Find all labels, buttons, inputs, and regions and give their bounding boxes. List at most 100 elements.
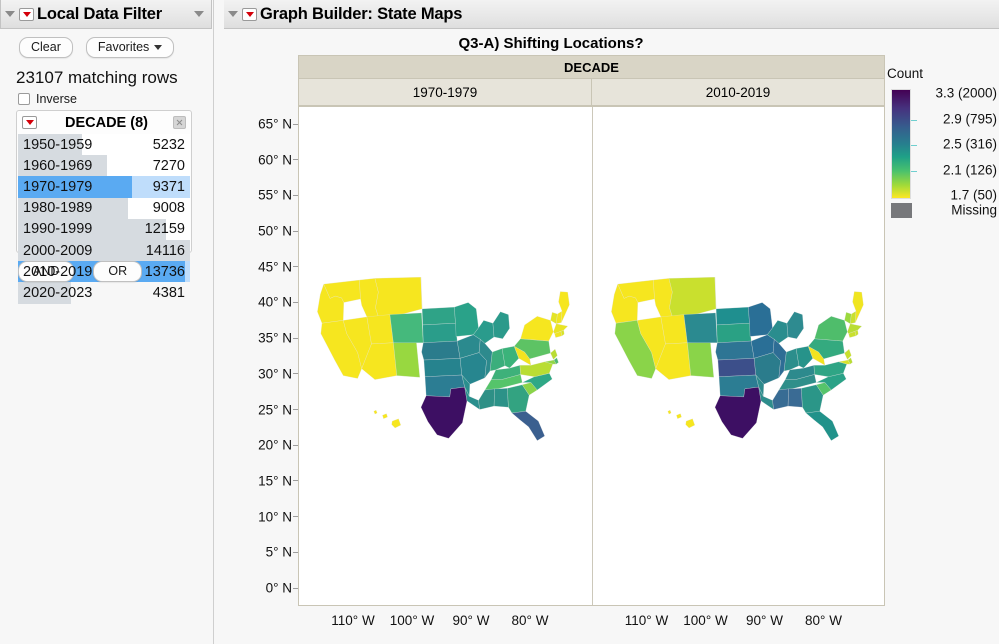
state-mi[interactable] xyxy=(492,311,510,339)
decade-row-label: 1950-1959 xyxy=(23,136,93,153)
decade-row-label: 1980-1989 xyxy=(23,200,93,217)
graph-builder-panel: Q3-A) Shifting Locations? DECADE 1970-19… xyxy=(215,29,999,644)
decade-row-count: 14116 xyxy=(145,242,185,259)
red-triangle-menu-icon[interactable] xyxy=(19,7,34,21)
decade-row[interactable]: 1990-1999 12159 xyxy=(18,218,190,240)
local-data-filter-panel: Clear Favorites 23107 matching rows Inve… xyxy=(0,29,212,644)
state-ut[interactable] xyxy=(660,314,688,345)
clear-button[interactable]: Clear xyxy=(19,37,73,58)
decade-row[interactable]: 1980-1989 9008 xyxy=(18,197,190,219)
state-ms[interactable] xyxy=(478,388,495,410)
close-icon[interactable] xyxy=(173,116,186,129)
y-axis-tick: 10° N xyxy=(258,509,298,524)
red-triangle-menu-icon[interactable] xyxy=(242,7,257,21)
state-hi[interactable] xyxy=(667,410,695,429)
state-ny[interactable] xyxy=(520,316,554,342)
state-mn[interactable] xyxy=(748,302,773,337)
x-axis-tick: 80° W xyxy=(805,613,842,628)
state-ks[interactable] xyxy=(423,358,462,377)
choropleth-map-2010-2019[interactable] xyxy=(601,277,877,448)
state-co[interactable] xyxy=(389,312,424,343)
x-axis-tick: 80° W xyxy=(511,613,549,628)
chevron-down-icon xyxy=(154,44,163,50)
graph-builder-titlebar[interactable]: Graph Builder: State Maps xyxy=(224,0,999,29)
favorites-button[interactable]: Favorites xyxy=(85,37,175,58)
x-axis-tick: 100° W xyxy=(389,613,435,628)
legend-tick-mark xyxy=(911,119,917,121)
state-al[interactable] xyxy=(493,388,509,408)
y-axis-tick: 40° N xyxy=(258,295,298,310)
choropleth-map-1970-1979[interactable] xyxy=(307,277,583,448)
red-triangle-menu-icon[interactable] xyxy=(22,116,37,129)
local-data-filter-titlebar[interactable]: Local Data Filter xyxy=(0,0,212,29)
decade-value-list[interactable]: 1950-1959 5232 1960-1969 7270 1970-1979 9371 1… xyxy=(18,134,190,304)
inverse-checkbox-row[interactable]: Inverse xyxy=(18,92,77,106)
decade-row[interactable]: 1960-1969 7270 xyxy=(18,155,190,177)
or-button[interactable]: OR xyxy=(93,261,143,282)
state-ne[interactable] xyxy=(715,340,755,361)
y-axis-tick: 55° N xyxy=(258,188,298,203)
y-axis-tick: 50° N xyxy=(258,224,298,239)
filter-button-row: Clear Favorites xyxy=(19,37,175,58)
decade-row[interactable]: 1950-1959 5232 xyxy=(18,134,190,156)
state-nd[interactable] xyxy=(715,306,750,326)
color-legend: Count 3.3 (2000) 2.9 (795) 2.5 (316) 2.1 (1… xyxy=(887,58,999,258)
y-axis-tick: 0° N xyxy=(266,581,298,596)
facet-divider xyxy=(591,107,593,605)
state-sd[interactable] xyxy=(422,323,458,343)
y-axis-tick: 65° N xyxy=(258,117,298,132)
legend-tick-label: 2.9 (795) xyxy=(942,111,997,126)
gray-triangle-icon[interactable] xyxy=(228,11,238,17)
facet-header-2: 2010-2019 xyxy=(592,79,885,106)
decade-filter-header: DECADE (8) xyxy=(17,111,191,134)
state-nh[interactable] xyxy=(850,310,857,324)
state-co[interactable] xyxy=(683,312,718,343)
state-ut[interactable] xyxy=(366,314,394,345)
y-axis-tick: 30° N xyxy=(258,366,298,381)
gray-triangle-icon[interactable] xyxy=(5,11,15,17)
state-nd[interactable] xyxy=(421,306,456,326)
state-ne[interactable] xyxy=(421,340,461,361)
decade-row[interactable]: 2000-2009 14116 xyxy=(18,239,190,262)
facet-group-header: DECADE xyxy=(298,55,885,79)
decade-row-count: 5232 xyxy=(152,136,185,153)
facet-header-row: 1970-1979 2010-2019 xyxy=(298,79,885,106)
state-nm[interactable] xyxy=(393,341,420,378)
decade-row[interactable]: 1970-1979 9371 xyxy=(18,176,190,198)
state-hi[interactable] xyxy=(373,410,401,429)
state-nm[interactable] xyxy=(687,341,714,378)
graph-builder-title: Graph Builder: State Maps xyxy=(260,4,463,23)
state-nh[interactable] xyxy=(556,310,563,324)
state-ms[interactable] xyxy=(772,388,789,410)
inverse-checkbox[interactable] xyxy=(18,93,30,105)
legend-title: Count xyxy=(887,66,924,81)
decade-row-label: 2020-2023 xyxy=(23,284,93,301)
y-axis: 65° N 60° N 55° N 50° N 45° N 40° N 35° N 30° N… xyxy=(215,106,298,606)
missing-color-swatch xyxy=(891,203,912,218)
y-axis-tick: 25° N xyxy=(258,402,298,417)
y-axis-tick: 45° N xyxy=(258,259,298,274)
decade-row-label: 2000-2009 xyxy=(23,242,93,259)
state-mi[interactable] xyxy=(786,311,804,339)
matching-rows-text: 23107 matching rows xyxy=(16,68,178,87)
inverse-label: Inverse xyxy=(36,92,77,106)
gray-triangle-icon-right[interactable] xyxy=(194,11,204,17)
missing-label: Missing xyxy=(951,202,997,218)
state-fl[interactable] xyxy=(805,411,839,441)
x-axis-tick: 100° W xyxy=(683,613,728,628)
decade-row[interactable]: 2020-2023 4381 xyxy=(18,282,190,304)
decade-row-label: 1990-1999 xyxy=(23,221,93,238)
state-ny[interactable] xyxy=(814,316,848,342)
state-nj[interactable] xyxy=(550,348,558,360)
pane-divider xyxy=(213,0,214,644)
decade-row-count: 9371 xyxy=(152,178,185,195)
legend-tick-mark xyxy=(911,145,917,146)
state-sd[interactable] xyxy=(716,323,752,343)
state-al[interactable] xyxy=(787,388,803,408)
state-ks[interactable] xyxy=(717,358,756,377)
state-fl[interactable] xyxy=(511,411,545,441)
x-axis-tick: 90° W xyxy=(746,613,783,628)
state-mn[interactable] xyxy=(454,302,479,337)
decade-row-count: 12159 xyxy=(144,221,185,238)
state-nj[interactable] xyxy=(844,348,852,360)
